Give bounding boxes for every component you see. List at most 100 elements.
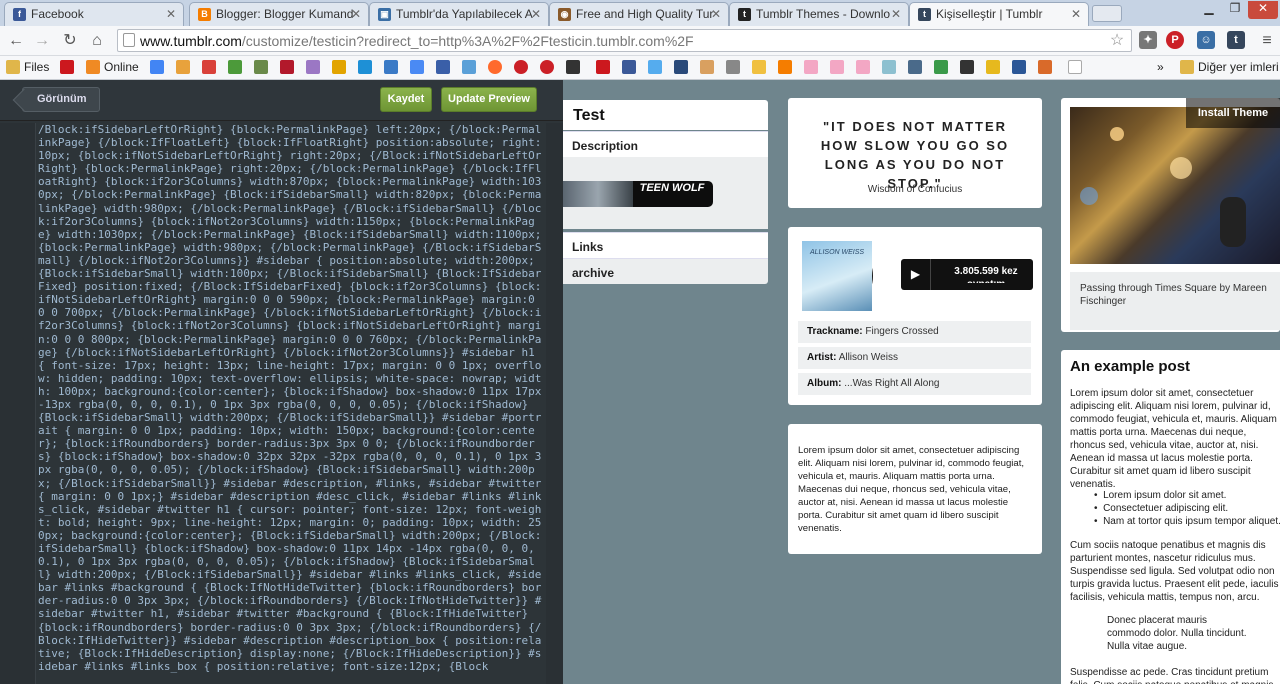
bookmark-icon[interactable] [488, 60, 502, 74]
editor-header: Görünüm Kaydet Update Preview [0, 80, 563, 121]
tab-free-themes[interactable]: ◉ Free and High Quality Tur ✕ [549, 2, 729, 26]
page-icon[interactable] [1068, 60, 1082, 74]
quote-post: "IT DOES NOT MATTER HOW SLOW YOU GO SO L… [788, 98, 1042, 208]
line-gutter [0, 123, 36, 684]
bookmarks-overflow[interactable]: » [1157, 60, 1164, 76]
tab-strip: f Facebook ✕ B Blogger: Blogger Kumand ✕… [0, 0, 1280, 26]
html-code-editor[interactable]: /Block:ifSidebarLeftOrRight} {block:Perm… [38, 123, 546, 684]
play-count: 3.805.599 kez oynatım [954, 266, 1018, 283]
back-arrow-icon[interactable]: ← [4, 30, 28, 52]
artist-value: Allison Weiss [838, 352, 898, 363]
extension-icon[interactable]: ✦ [1139, 31, 1157, 49]
pinterest-icon[interactable] [540, 60, 554, 74]
user-icon[interactable]: ☺ [1197, 31, 1215, 49]
bookmark-icon[interactable] [882, 60, 896, 74]
bookmark-online[interactable]: Online [104, 60, 139, 76]
bookmark-icon[interactable] [566, 60, 580, 74]
minimize-icon[interactable]: ▁ [1196, 1, 1222, 19]
close-icon[interactable]: ✕ [531, 7, 541, 21]
twitter-icon[interactable] [648, 60, 662, 74]
example-post: An example post Lorem ipsum dolor sit am… [1061, 350, 1280, 684]
install-theme-button[interactable]: Install Theme [1186, 98, 1280, 128]
audio-player[interactable]: ▶ 3.805.599 kez oynatım [901, 259, 1033, 290]
close-window-icon[interactable]: ✕ [1248, 1, 1278, 19]
back-to-appearance-button[interactable]: Görünüm [22, 87, 100, 112]
example-paragraph: Suspendisse ac pede. Cras tincidunt pret… [1070, 667, 1273, 684]
bookmark-icon[interactable] [228, 60, 242, 74]
example-blockquote: Donec placerat mauris commodo dolor. Nul… [1107, 615, 1247, 652]
folder-icon [1180, 60, 1194, 74]
forward-arrow-icon[interactable]: → [30, 30, 54, 52]
tab-title: Free and High Quality Tur [576, 7, 714, 21]
star-icon[interactable]: ☆ [1105, 30, 1129, 52]
tab-facebook[interactable]: f Facebook ✕ [4, 2, 184, 26]
heart-icon[interactable] [804, 60, 818, 74]
bookmark-icon[interactable] [462, 60, 476, 74]
home-icon[interactable]: ⌂ [85, 30, 109, 52]
google-icon[interactable] [410, 60, 424, 74]
address-bar[interactable]: www.tumblr.com/customize/testicin?redire… [117, 29, 1132, 52]
bookmark-icon[interactable] [1038, 60, 1052, 74]
close-icon[interactable]: ✕ [166, 7, 176, 21]
bookmark-icon[interactable] [436, 60, 450, 74]
windows-icon[interactable] [358, 60, 372, 74]
bookmark-other[interactable]: Diğer yer imleri [1198, 60, 1279, 76]
reload-icon[interactable]: ↻ [58, 30, 82, 52]
times-square-photo [1070, 107, 1280, 264]
close-icon[interactable]: ✕ [1071, 7, 1081, 21]
heart-icon[interactable] [856, 60, 870, 74]
bookmark-icon[interactable] [934, 60, 948, 74]
tab-blogger[interactable]: B Blogger: Blogger Kumand ✕ [189, 2, 369, 26]
bookmark-icon[interactable] [908, 60, 922, 74]
links-toggle[interactable]: Links [563, 232, 768, 258]
google-icon[interactable] [150, 60, 164, 74]
bookmark-icon[interactable] [1012, 60, 1026, 74]
imdb-icon[interactable] [986, 60, 1000, 74]
play-icon[interactable]: ▶ [901, 259, 931, 290]
tab-tumblr-article[interactable]: ▣ Tumblr'da Yapılabilecek A ✕ [369, 2, 549, 26]
bookmark-icon[interactable] [176, 60, 190, 74]
bookmark-files[interactable]: Files [24, 60, 49, 76]
theme-editor-panel: Görünüm Kaydet Update Preview /Block:ifS… [0, 80, 563, 684]
bookmark-icon[interactable] [700, 60, 714, 74]
facebook-icon: f [13, 8, 26, 21]
globe-icon: ◉ [558, 8, 571, 21]
tab-tumblr-themes[interactable]: t Tumblr Themes - Downlo ✕ [729, 2, 909, 26]
bookmark-icon[interactable] [752, 60, 766, 74]
save-button[interactable]: Kaydet [380, 87, 432, 112]
bookmark-icon[interactable] [674, 60, 688, 74]
audio-post: ALLISON WEISS ▶ 3.805.599 kez oynatım Tr… [788, 227, 1042, 405]
youtube-icon[interactable] [60, 60, 74, 74]
example-paragraph: Lorem ipsum dolor sit amet, consectetuer… [1070, 388, 1277, 490]
close-icon[interactable]: ✕ [351, 7, 361, 21]
update-preview-button[interactable]: Update Preview [441, 87, 537, 112]
close-icon[interactable]: ✕ [711, 7, 721, 21]
blogger-icon[interactable] [778, 60, 792, 74]
facebook-icon[interactable] [622, 60, 636, 74]
description-box: TEEN WOLF [563, 157, 768, 229]
pinterest-icon[interactable]: P [1166, 31, 1184, 49]
heart-icon[interactable] [830, 60, 844, 74]
archive-link[interactable]: archive [563, 258, 768, 284]
bookmark-icon[interactable] [332, 60, 346, 74]
tab-customize[interactable]: t Kişiselleştir | Tumblr ✕ [909, 2, 1089, 26]
banner-text: TEEN WOLF [639, 182, 705, 194]
bookmark-icon[interactable] [280, 60, 294, 74]
bookmark-icon[interactable] [384, 60, 398, 74]
youtube-icon[interactable] [596, 60, 610, 74]
maximize-icon[interactable]: ❐ [1222, 1, 1248, 19]
menu-icon[interactable]: ≡ [1255, 30, 1279, 52]
artist-label: Artist: [807, 352, 837, 363]
editor-scrollbar[interactable] [546, 123, 563, 684]
bookmark-icon[interactable] [960, 60, 974, 74]
theme-preview: Test Description TEEN WOLF Links archive… [563, 80, 1280, 684]
bookmark-icon[interactable] [306, 60, 320, 74]
bookmark-icon[interactable] [726, 60, 740, 74]
pinterest-icon[interactable] [514, 60, 528, 74]
close-icon[interactable]: ✕ [891, 7, 901, 21]
bookmark-icon[interactable] [202, 60, 216, 74]
tumblr-icon[interactable]: t [1227, 31, 1245, 49]
bookmark-icon[interactable] [254, 60, 268, 74]
description-toggle[interactable]: Description [563, 131, 768, 157]
new-tab-button[interactable] [1092, 5, 1122, 22]
